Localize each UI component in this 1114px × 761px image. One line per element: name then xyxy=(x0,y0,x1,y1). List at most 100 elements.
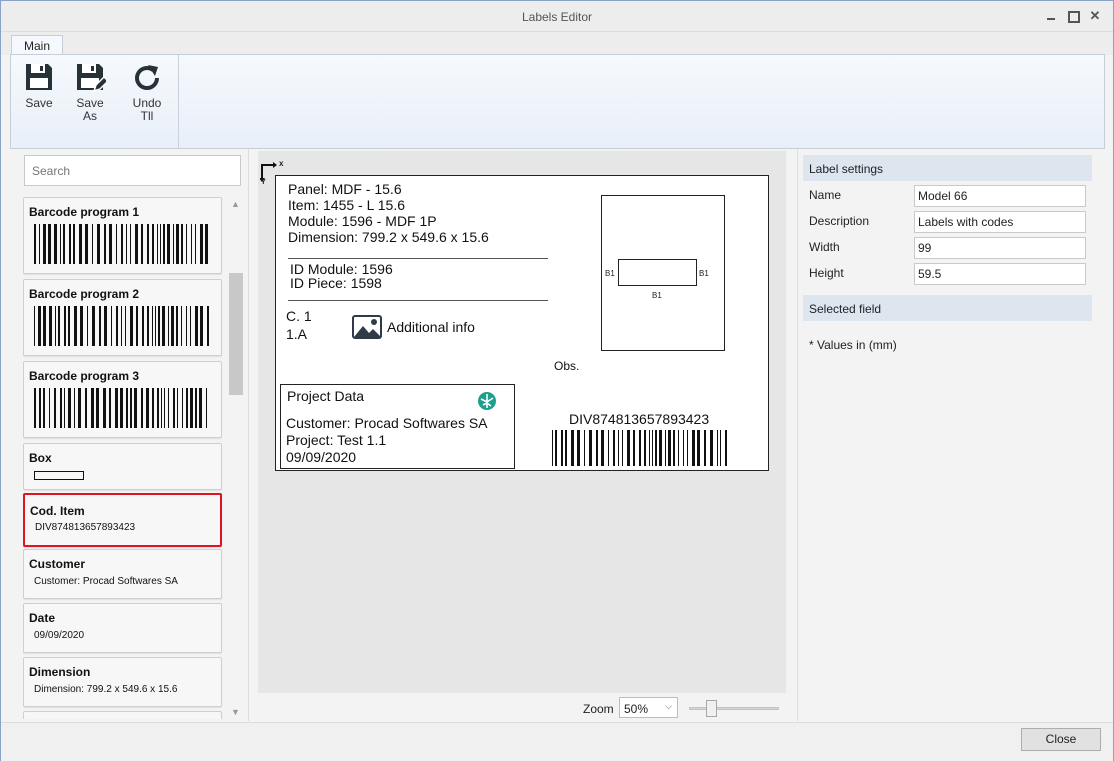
maximize-icon[interactable] xyxy=(1067,10,1080,23)
barcode-bar xyxy=(115,388,118,428)
barcode-bar xyxy=(49,306,52,346)
image-icon[interactable] xyxy=(352,315,382,339)
barcode-bar xyxy=(68,306,70,346)
barcode-bar xyxy=(38,306,41,346)
barcode-bar xyxy=(678,430,679,466)
field-item-next[interactable] xyxy=(23,711,222,719)
barcode-bar xyxy=(147,224,149,264)
field-item-title: Cod. Item xyxy=(30,504,85,518)
barcode-bar xyxy=(205,224,208,264)
module-text[interactable]: Module: 1596 - MDF 1P xyxy=(288,214,437,229)
zoom-slider-thumb[interactable] xyxy=(705,700,717,717)
barcode-bar xyxy=(561,430,563,466)
zoom-label: Zoom xyxy=(583,702,614,716)
fields-scrollbar[interactable]: ▲ ▼ xyxy=(226,197,245,719)
barcode-bar xyxy=(48,224,51,264)
barcode-bar xyxy=(43,306,46,346)
height-label: Height xyxy=(809,266,844,280)
settings-panel: Label settings Name Description Width He… xyxy=(797,149,1102,721)
scroll-thumb[interactable] xyxy=(229,273,243,395)
box-preview xyxy=(34,471,84,480)
barcode-bar xyxy=(63,224,65,264)
divider-line[interactable] xyxy=(288,300,548,301)
axis-x-label: x xyxy=(279,159,284,168)
additional-info-text[interactable]: Additional info xyxy=(387,320,475,335)
code-text[interactable]: DIV874813657893423 xyxy=(569,412,709,427)
obs-text[interactable]: Obs. xyxy=(554,359,579,373)
width-label: Width xyxy=(809,240,840,254)
undo-button[interactable]: Undo Tll xyxy=(123,61,171,123)
label-barcode[interactable] xyxy=(552,430,732,466)
barcode-bar xyxy=(146,388,149,428)
close-button[interactable]: Close xyxy=(1021,728,1101,751)
field-item-barcode-program-1[interactable]: Barcode program 1 xyxy=(23,197,222,274)
barcode-bar xyxy=(633,430,635,466)
field-item-barcode-program-3[interactable]: Barcode program 3 xyxy=(23,361,222,438)
field-item-box[interactable]: Box xyxy=(23,443,222,490)
label-preview[interactable]: Panel: MDF - 15.6 Item: 1455 - L 15.6 Mo… xyxy=(275,175,769,471)
dimension-text[interactable]: Dimension: 799.2 x 549.6 x 15.6 xyxy=(288,230,489,245)
barcode-bar xyxy=(673,430,675,466)
description-field[interactable] xyxy=(914,211,1086,233)
field-item-cod-item[interactable]: Cod. Item DIV874813657893423 xyxy=(23,493,222,547)
barcode-bar xyxy=(704,430,706,466)
field-item-title: Date xyxy=(29,611,56,625)
width-field[interactable] xyxy=(914,237,1086,259)
barcode-bar xyxy=(161,388,162,428)
barcode-bar xyxy=(608,430,609,466)
barcode-bar xyxy=(64,388,65,428)
label-canvas[interactable]: x Y Panel: MDF - 15.6 Item: 1455 - L 15.… xyxy=(258,151,786,693)
search-input[interactable] xyxy=(24,155,241,186)
field-item-date[interactable]: Date 09/09/2020 xyxy=(23,603,222,653)
barcode-bar xyxy=(163,224,165,264)
selected-field-header: Selected field xyxy=(803,295,1092,321)
barcode-bar xyxy=(655,430,657,466)
field-item-barcode-program-2[interactable]: Barcode program 2 xyxy=(23,279,222,356)
barcode-bar xyxy=(199,388,202,428)
scroll-up-icon[interactable]: ▲ xyxy=(226,197,245,211)
barcode-bar xyxy=(176,224,179,264)
panel-text[interactable]: Panel: MDF - 15.6 xyxy=(288,182,402,197)
name-field[interactable] xyxy=(914,185,1086,207)
height-field[interactable] xyxy=(914,263,1086,285)
id-piece-text[interactable]: ID Piece: 1598 xyxy=(290,276,382,291)
save-button[interactable]: Save xyxy=(15,61,63,110)
position-text[interactable]: 1.A xyxy=(286,327,307,342)
project-data-box[interactable]: Project Data Customer: Procad Softwares … xyxy=(280,384,515,469)
barcode-bar xyxy=(136,306,138,346)
save-as-button[interactable]: Save As xyxy=(66,61,114,123)
barcode-bar xyxy=(627,430,630,466)
barcode-bar xyxy=(49,388,50,428)
item-text[interactable]: Item: 1455 - L 15.6 xyxy=(288,198,405,213)
barcode-bar xyxy=(85,388,87,428)
field-item-customer[interactable]: Customer Customer: Procad Softwares SA xyxy=(23,549,222,599)
barcode-bar xyxy=(125,306,126,346)
edge-right-label: B1 xyxy=(699,269,709,278)
field-item-title: Barcode program 2 xyxy=(29,287,140,301)
barcode-bar xyxy=(147,306,149,346)
scroll-down-icon[interactable]: ▼ xyxy=(226,705,245,719)
barcode-bar xyxy=(39,388,41,428)
chevron-down-icon: ⌵ xyxy=(665,701,672,711)
minimize-icon[interactable] xyxy=(1045,10,1057,22)
zoom-slider[interactable] xyxy=(689,700,779,717)
barcode-bar xyxy=(54,224,57,264)
barcode-bar xyxy=(141,388,143,428)
tab-main[interactable]: Main xyxy=(11,35,63,56)
barcode-bar xyxy=(668,430,671,466)
barcode-bar xyxy=(167,224,170,264)
c-text[interactable]: C. 1 xyxy=(286,309,312,324)
barcode-bar xyxy=(104,306,107,346)
barcode-image xyxy=(34,224,208,264)
piece-drawing[interactable]: B1 B1 B1 xyxy=(601,195,725,351)
field-item-dimension[interactable]: Dimension Dimension: 799.2 x 549.6 x 15.… xyxy=(23,657,222,707)
barcode-bar xyxy=(43,224,46,264)
close-icon[interactable]: ✕ xyxy=(1089,9,1101,22)
barcode-bar xyxy=(195,306,198,346)
zoom-select[interactable]: 50% ⌵ xyxy=(619,697,678,718)
barcode-bar xyxy=(659,430,662,466)
barcode-bar xyxy=(200,224,203,264)
barcode-bar xyxy=(87,306,88,346)
divider-line[interactable] xyxy=(288,258,548,259)
project-text: Project: Test 1.1 xyxy=(286,432,387,448)
